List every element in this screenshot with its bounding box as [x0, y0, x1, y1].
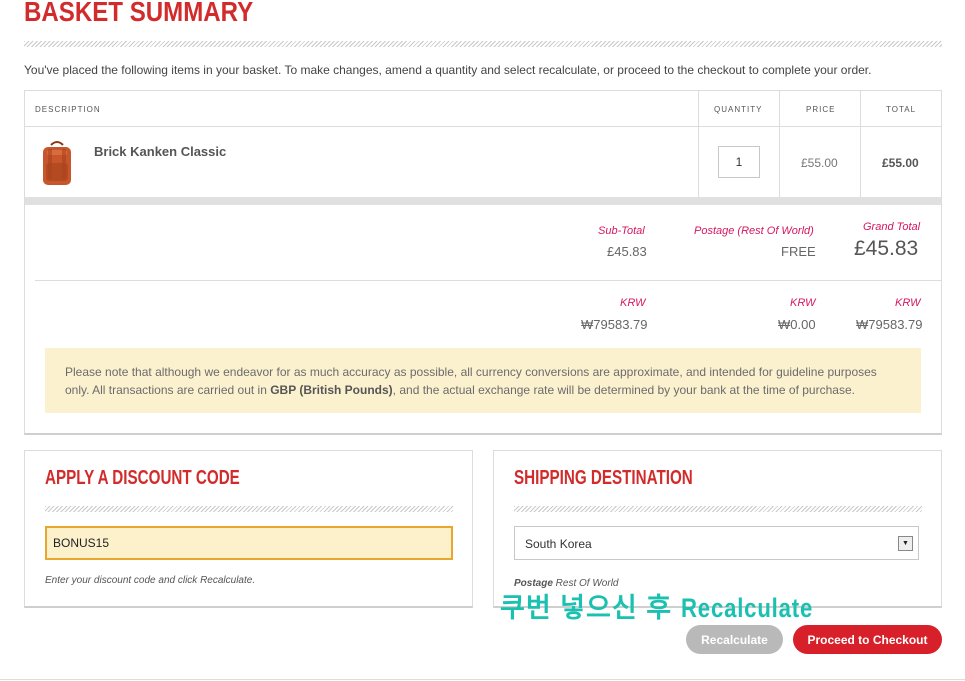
- table-header: DESCRIPTION QUANTITY PRICE TOTAL: [25, 91, 941, 127]
- postage-krw: ₩0.00: [778, 317, 816, 332]
- product-name[interactable]: Brick Kanken Classic: [94, 144, 226, 159]
- subtotal-krw: ₩79583.79: [581, 317, 648, 332]
- destination-selected: South Korea: [525, 537, 592, 551]
- grand-currency-label: KRW: [895, 297, 921, 309]
- basket-table: DESCRIPTION QUANTITY PRICE TOTAL Brick K…: [24, 90, 942, 435]
- subtotal-value: £45.83: [607, 244, 647, 259]
- backpack-image[interactable]: [39, 139, 75, 187]
- header-total: TOTAL: [886, 105, 917, 114]
- header-price: PRICE: [806, 105, 836, 114]
- instruction-overlay: 쿠번 넣으신 후 Recalculate: [500, 586, 842, 625]
- footer-divider: [0, 679, 965, 680]
- notice-text-end: , and the actual exchange rate will be d…: [392, 383, 855, 397]
- item-total: £55.00: [882, 156, 919, 170]
- subtotal-label: Sub-Total: [598, 225, 645, 237]
- header-quantity: QUANTITY: [714, 105, 763, 114]
- overlay-korean: 쿠번 넣으신 후: [500, 593, 681, 623]
- shipping-title: SHIPPING DESTINATION: [514, 467, 693, 489]
- quantity-input[interactable]: [718, 146, 760, 178]
- overlay-latin: Recalculate: [680, 593, 813, 623]
- destination-select[interactable]: South Korea ▼: [514, 526, 919, 560]
- page-title: BASKET SUMMARY: [24, 0, 254, 27]
- section-divider: [25, 197, 941, 205]
- discount-code-input[interactable]: [45, 526, 453, 560]
- postage-currency-label: KRW: [790, 297, 816, 309]
- grand-total-label: Grand Total: [863, 221, 921, 233]
- dropdown-arrow-icon[interactable]: ▼: [898, 536, 913, 551]
- discount-help-text: Enter your discount code and click Recal…: [45, 575, 256, 586]
- grand-total-krw: ₩79583.79: [856, 317, 923, 332]
- discount-panel: APPLY A DISCOUNT CODE Enter your discoun…: [24, 450, 473, 608]
- notice-currency: GBP (British Pounds): [270, 383, 393, 397]
- intro-text: You've placed the following items in you…: [24, 63, 872, 77]
- totals-divider: [35, 280, 941, 281]
- column-divider: [860, 91, 861, 197]
- column-divider: [779, 91, 780, 197]
- discount-divider: [45, 506, 453, 512]
- grand-total-value: £45.83: [854, 237, 919, 260]
- recalculate-button[interactable]: Recalculate: [686, 625, 783, 654]
- shipping-divider: [514, 506, 922, 512]
- header-description: DESCRIPTION: [35, 105, 101, 114]
- column-divider: [698, 91, 699, 197]
- subtotal-currency-label: KRW: [620, 297, 646, 309]
- item-price: £55.00: [801, 156, 838, 170]
- postage-value: FREE: [781, 244, 816, 259]
- title-divider: [24, 41, 942, 47]
- postage-label: Postage (Rest Of World): [694, 225, 814, 237]
- currency-notice: Please note that although we endeavor fo…: [45, 348, 921, 413]
- checkout-button[interactable]: Proceed to Checkout: [793, 625, 942, 654]
- discount-title: APPLY A DISCOUNT CODE: [45, 467, 240, 489]
- shipping-panel: SHIPPING DESTINATION South Korea ▼ Posta…: [493, 450, 942, 608]
